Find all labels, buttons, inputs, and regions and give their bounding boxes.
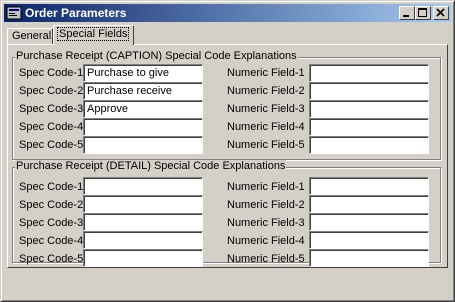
caption-spec-code-2-label: Spec Code-2 [19,85,84,97]
caption-numeric-field-5-label: Numeric Field-5 [227,139,305,151]
caption-group-title: Purchase Receipt (CAPTION) Special Code … [15,50,298,62]
caption-numeric-field-2-label: Numeric Field-2 [227,85,305,97]
tab-special-fields[interactable]: Special Fields [53,25,134,45]
tab-general[interactable]: General [7,28,53,44]
caption-spec-code-5-field[interactable] [83,136,203,154]
caption-spec-code-1-label: Spec Code-1 [19,67,84,79]
detail-numeric-field-3-label: Numeric Field-3 [227,217,305,229]
special-fields-panel: Purchase Receipt (CAPTION) Special Code … [7,44,448,268]
detail-numeric-field-5-label: Numeric Field-5 [227,253,305,265]
minimize-button[interactable] [399,6,415,20]
title-bar[interactable]: Order Parameters [4,4,451,22]
detail-spec-code-1-label: Spec Code-1 [19,181,84,193]
order-parameters-window: Order Parameters General Special Fields … [0,0,455,302]
detail-numeric-field-1-label: Numeric Field-1 [227,181,305,193]
window-title: Order Parameters [25,6,127,20]
caption-numeric-field-1-label: Numeric Field-1 [227,67,305,79]
detail-spec-code-4-label: Spec Code-4 [19,235,84,247]
caption-spec-code-4-field[interactable] [83,118,203,136]
detail-spec-code-1-field[interactable] [83,177,203,195]
minimize-icon [403,15,409,17]
caption-numeric-field-1-input[interactable] [309,64,429,82]
caption-numeric-field-5-input[interactable] [309,136,429,154]
detail-spec-code-2-field[interactable] [83,195,203,213]
detail-group-title: Purchase Receipt (DETAIL) Special Code E… [15,160,287,172]
detail-numeric-field-2-input[interactable] [309,195,429,213]
bottom-area [7,271,448,297]
detail-numeric-field-1-input[interactable] [309,177,429,195]
caption-numeric-field-3-input[interactable] [309,100,429,118]
app-icon [6,6,22,20]
detail-spec-code-3-label: Spec Code-3 [19,217,84,229]
detail-spec-code-3-field[interactable] [83,213,203,231]
detail-group: Purchase Receipt (DETAIL) Special Code E… [12,160,441,267]
close-icon [436,8,445,17]
caption-numeric-field-4-input[interactable] [309,118,429,136]
detail-numeric-field-3-input[interactable] [309,213,429,231]
detail-numeric-field-4-label: Numeric Field-4 [227,235,305,247]
detail-spec-code-5-label: Spec Code-5 [19,253,84,265]
detail-spec-code-5-field[interactable] [83,249,203,267]
tab-special-fields-label: Special Fields [56,27,130,41]
maximize-button[interactable] [415,6,431,20]
caption-spec-code-5-label: Spec Code-5 [19,139,84,151]
detail-spec-code-4-field[interactable] [83,231,203,249]
detail-spec-code-2-label: Spec Code-2 [19,199,84,211]
close-button[interactable] [433,6,449,20]
detail-numeric-field-5-input[interactable] [309,249,429,267]
maximize-icon [418,8,427,17]
caption-numeric-field-2-input[interactable] [309,82,429,100]
caption-spec-code-4-label: Spec Code-4 [19,121,84,133]
caption-spec-code-2-field[interactable]: Purchase receive [83,82,203,100]
tab-general-label: General [12,30,52,42]
caption-numeric-field-3-label: Numeric Field-3 [227,103,305,115]
caption-numeric-field-4-label: Numeric Field-4 [227,121,305,133]
caption-spec-code-3-field[interactable]: Approve [83,100,203,118]
detail-numeric-field-4-input[interactable] [309,231,429,249]
caption-spec-code-3-label: Spec Code-3 [19,103,84,115]
caption-group: Purchase Receipt (CAPTION) Special Code … [12,50,441,160]
detail-numeric-field-2-label: Numeric Field-2 [227,199,305,211]
caption-spec-code-1-field[interactable]: Purchase to give [83,64,203,82]
